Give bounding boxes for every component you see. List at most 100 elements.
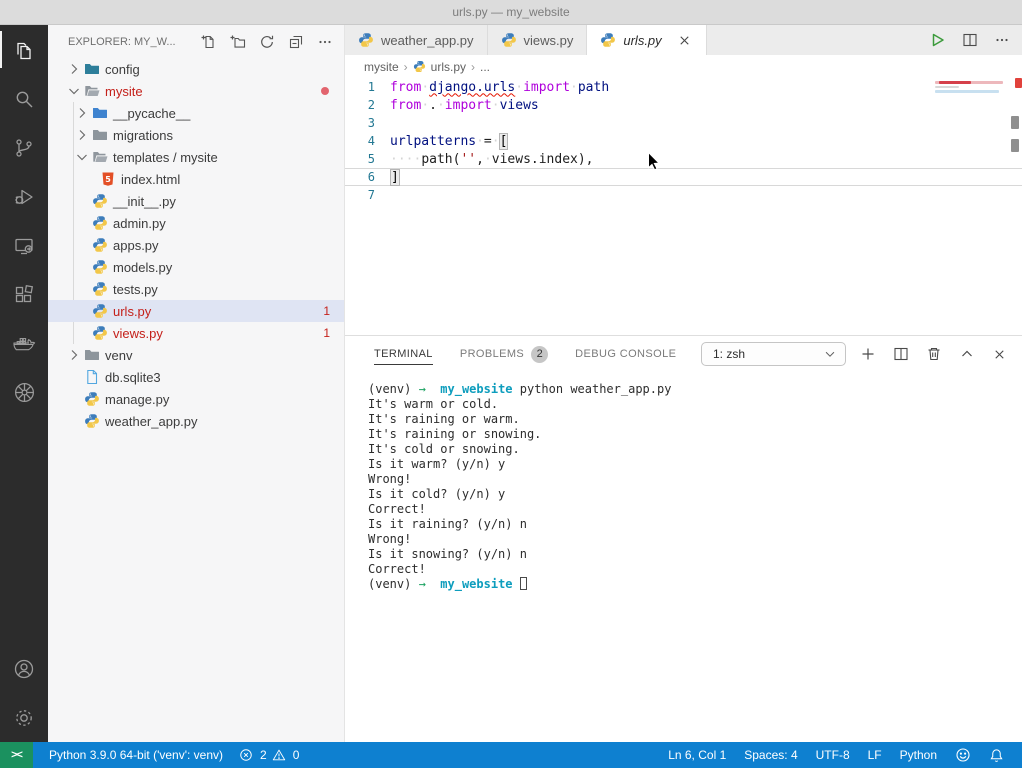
code-line-1[interactable]: 1from·django.urls·import·path [345, 78, 1022, 96]
tab-urls-py[interactable]: urls.py [587, 25, 706, 55]
tree-item-index-html[interactable]: 5index.html [48, 168, 344, 190]
tree-item-apps-py[interactable]: apps.py [48, 234, 344, 256]
chevron-right-icon[interactable] [74, 105, 90, 121]
activity-account[interactable] [0, 644, 48, 693]
breadcrumb-item-urls-py[interactable]: urls.py [431, 60, 466, 74]
collapse-folders-button[interactable] [287, 33, 305, 51]
overview-ruler[interactable] [1009, 78, 1022, 335]
tree-item-views-py[interactable]: views.py1 [48, 322, 344, 344]
tree-item-models-py[interactable]: models.py [48, 256, 344, 278]
problems-status[interactable]: 20 [231, 742, 307, 768]
remote-indicator[interactable]: >< [0, 742, 33, 768]
tree-item-urls-py[interactable]: urls.py1 [48, 300, 344, 322]
close-panel-button[interactable] [992, 347, 1007, 362]
tree-item-mysite[interactable]: mysite [48, 80, 344, 102]
activity-explorer[interactable] [0, 25, 48, 74]
maximize-panel-button[interactable] [959, 346, 975, 362]
code-editor[interactable]: 1from·django.urls·import·path2from·.·imp… [345, 78, 1022, 335]
refresh-explorer-button[interactable] [258, 33, 276, 51]
debug-console-tab[interactable]: DEBUG CONSOLE [575, 336, 676, 372]
python-icon [84, 391, 100, 407]
more-actions-button[interactable] [316, 33, 334, 51]
language-mode[interactable]: Python [892, 742, 945, 768]
terminal-shell-select[interactable]: 1: zsh [701, 342, 846, 366]
tree-item-admin-py[interactable]: admin.py [48, 212, 344, 234]
minimap-line [935, 86, 959, 88]
notifications-bell-button[interactable] [981, 742, 1012, 768]
activity-docker[interactable] [0, 319, 48, 368]
terminal-text [426, 577, 440, 591]
chevron-down-icon[interactable] [66, 83, 82, 99]
terminal-output[interactable]: (venv) → my_website python weather_app.p… [345, 372, 1022, 742]
breadcrumb-item-[interactable]: ... [480, 60, 490, 74]
activity-search[interactable] [0, 74, 48, 123]
status-label: Python [900, 748, 937, 762]
activity-source-control[interactable] [0, 123, 48, 172]
activity-kubernetes[interactable] [0, 368, 48, 417]
tree-item-db-sqlite3[interactable]: db.sqlite3 [48, 366, 344, 388]
terminal-tab[interactable]: TERMINAL [374, 336, 433, 372]
terminal-line: Is it snowing? (y/n) n [368, 547, 1022, 562]
code-line-3[interactable]: 3 [345, 114, 1022, 132]
split-terminal-button[interactable] [893, 346, 909, 362]
indentation[interactable]: Spaces: 4 [736, 742, 805, 768]
window-title: urls.py — my_website [452, 5, 569, 19]
editor-area: weather_app.pyviews.pyurls.py mysite›url… [345, 25, 1022, 742]
tab-views-py[interactable]: views.py [488, 25, 588, 55]
activity-run-debug[interactable] [0, 172, 48, 221]
kill-terminal-button[interactable] [926, 346, 942, 362]
code-line-7[interactable]: 7 [345, 186, 1022, 204]
cursor-position[interactable]: Ln 6, Col 1 [660, 742, 734, 768]
tab-weather-app-py[interactable]: weather_app.py [345, 25, 488, 55]
tree-item-pycache[interactable]: __pycache__ [48, 102, 344, 124]
close-icon[interactable] [677, 32, 693, 48]
status-bar: >< Python 3.9.0 64-bit ('venv': venv)20 … [0, 742, 1022, 768]
activity-extensions[interactable] [0, 270, 48, 319]
tree-item-tests-py[interactable]: tests.py [48, 278, 344, 300]
eol-sequence[interactable]: LF [860, 742, 890, 768]
terminal-text: Correct! [368, 562, 426, 576]
problems-tab[interactable]: PROBLEMS2 [460, 336, 548, 372]
panel-header: TERMINAL PROBLEMS2 DEBUG CONSOLE 1: zsh [345, 336, 1022, 372]
error-count: 2 [260, 748, 267, 762]
encoding[interactable]: UTF-8 [808, 742, 858, 768]
tree-item-init-py[interactable]: __init__.py [48, 190, 344, 212]
tweet-feedback-button[interactable] [947, 742, 979, 768]
folder-icon [84, 61, 100, 77]
panel-tabs: TERMINAL PROBLEMS2 DEBUG CONSOLE [374, 336, 703, 372]
tree-item-config[interactable]: config [48, 58, 344, 80]
python-icon [413, 60, 426, 73]
code-token: urlpatterns [390, 134, 476, 149]
tree-item-manage-py[interactable]: manage.py [48, 388, 344, 410]
code-line-5[interactable]: 5····path('',·views.index), [345, 150, 1022, 168]
tree-item-label: db.sqlite3 [105, 370, 161, 385]
minimap[interactable] [935, 79, 1007, 99]
chevron-right-icon[interactable] [66, 347, 82, 363]
new-folder-button[interactable] [229, 33, 247, 51]
code-token: · [437, 98, 445, 113]
terminal-line: Wrong! [368, 472, 1022, 487]
tree-item-label: tests.py [113, 282, 158, 297]
python-interpreter[interactable]: Python 3.9.0 64-bit ('venv': venv) [41, 742, 231, 768]
chevron-right-icon[interactable] [74, 127, 90, 143]
tree-item-weather-app-py[interactable]: weather_app.py [48, 410, 344, 432]
more-editor-actions-button[interactable] [994, 32, 1010, 48]
activity-settings[interactable] [0, 693, 48, 742]
code-line-6[interactable]: 6] [345, 168, 1022, 186]
tree-item-templates-mysite[interactable]: templates / mysite [48, 146, 344, 168]
code-token: views [500, 98, 539, 113]
terminal-text: Is it snowing? (y/n) n [368, 547, 527, 561]
chevron-right-icon[interactable] [66, 61, 82, 77]
run-python-file-button[interactable] [928, 31, 946, 49]
new-file-button[interactable] [200, 33, 218, 51]
new-terminal-button[interactable] [860, 346, 876, 362]
split-editor-button[interactable] [962, 32, 978, 48]
tree-item-label: urls.py [113, 304, 151, 319]
tree-item-migrations[interactable]: migrations [48, 124, 344, 146]
code-line-4[interactable]: 4urlpatterns·=·[ [345, 132, 1022, 150]
code-line-2[interactable]: 2from·.·import·views [345, 96, 1022, 114]
chevron-down-icon[interactable] [74, 149, 90, 165]
activity-remote-explorer[interactable] [0, 221, 48, 270]
tree-item-venv[interactable]: venv [48, 344, 344, 366]
breadcrumb-item-mysite[interactable]: mysite [364, 60, 399, 74]
